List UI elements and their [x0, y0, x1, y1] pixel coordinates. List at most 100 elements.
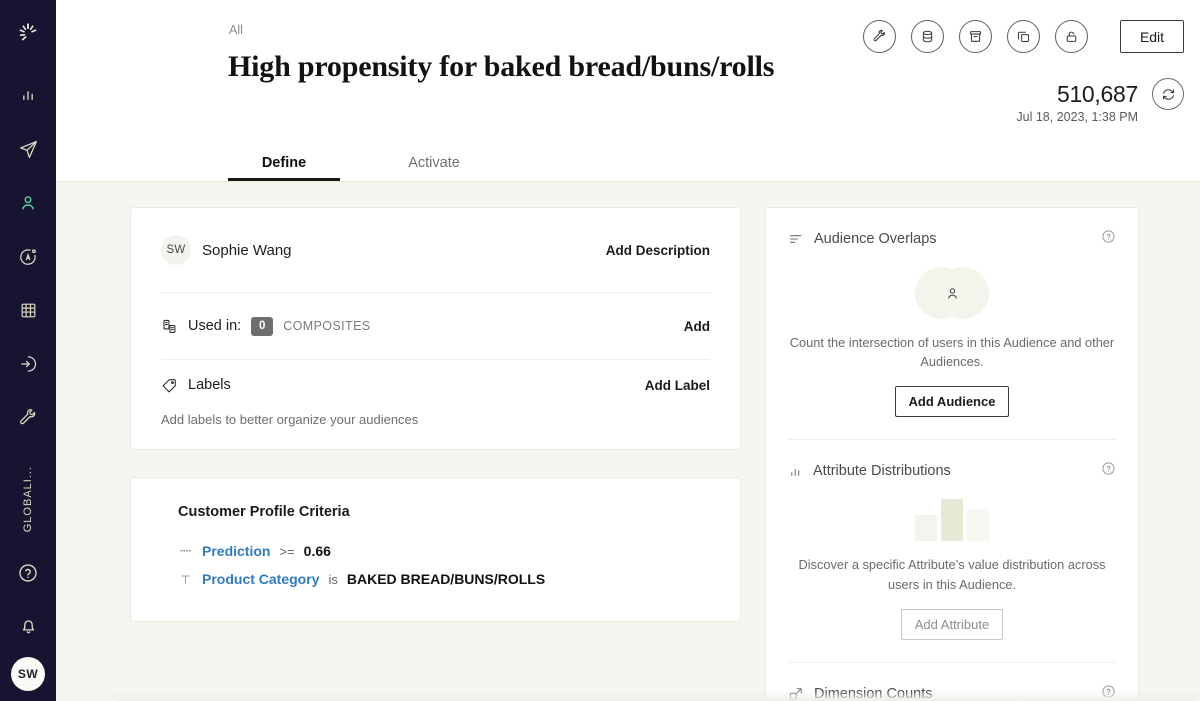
avatar[interactable]: SW	[11, 657, 45, 691]
criteria-title: Customer Profile Criteria	[178, 504, 710, 520]
used-in-row: Used in: 0 COMPOSITES Add	[161, 293, 710, 359]
global-sidebar: GLOBALI... SW	[0, 0, 56, 701]
edit-button[interactable]: Edit	[1120, 20, 1184, 53]
app-root: GLOBALI... SW All H	[0, 0, 1200, 701]
database-button[interactable]	[911, 20, 944, 53]
sidebar-item-tools[interactable]	[0, 391, 56, 445]
bar	[915, 515, 937, 541]
criteria-field[interactable]: Product Category	[202, 571, 319, 587]
help-icon[interactable]	[1101, 684, 1116, 701]
breadcrumb[interactable]: All	[229, 23, 243, 37]
workspace-label[interactable]: GLOBALI...	[0, 451, 56, 547]
criteria-row[interactable]: Product Category is BAKED BREAD/BUNS/ROL…	[178, 565, 710, 593]
panel-header: Attribute Distributions	[788, 440, 1116, 481]
labels-hint: Add labels to better organize your audie…	[161, 410, 710, 449]
sidebar-item-campaigns[interactable]	[0, 123, 56, 177]
copy-icon	[1016, 29, 1031, 44]
right-column: Audience Overlaps	[765, 207, 1139, 701]
panel-header-left: Dimension Counts	[788, 686, 932, 701]
criteria-value: 0.66	[304, 543, 331, 559]
sidebar-bottom: SW	[0, 547, 56, 701]
criteria-row[interactable]: Prediction >= 0.66	[178, 537, 710, 565]
lock-icon	[1064, 29, 1079, 44]
panel-attribute-distributions: Attribute Distributions	[766, 440, 1138, 661]
panel-audience-overlaps: Audience Overlaps	[766, 208, 1138, 439]
composites-icon	[161, 318, 178, 335]
dimension-icon	[788, 686, 804, 701]
bell-icon[interactable]	[0, 599, 56, 651]
settings-tool-button[interactable]	[863, 20, 896, 53]
panel-description: Discover a specific Attribute’s value di…	[788, 555, 1116, 593]
criteria-operator: >=	[279, 544, 294, 559]
sidebar-item-imports[interactable]	[0, 338, 56, 392]
refresh-button[interactable]	[1152, 78, 1184, 110]
duplicate-button[interactable]	[1007, 20, 1040, 53]
criteria-value: BAKED BREAD/BUNS/ROLLS	[347, 571, 545, 587]
add-label-button[interactable]: Add Label	[645, 378, 710, 393]
add-audience-button[interactable]: Add Audience	[895, 386, 1010, 417]
tag-icon	[161, 377, 178, 394]
workspace-label-text: GLOBALI...	[22, 466, 34, 532]
criteria-operator: is	[328, 572, 337, 587]
panel-header: Dimension Counts	[788, 663, 1116, 701]
text-icon	[178, 573, 193, 586]
sidebar-item-analytics[interactable]	[0, 69, 56, 123]
main-area: All High propensity for baked bread/buns…	[56, 0, 1200, 701]
panel-description: Count the intersection of users in this …	[788, 333, 1116, 371]
help-icon[interactable]	[1101, 461, 1116, 481]
lock-button[interactable]	[1055, 20, 1088, 53]
bar	[967, 509, 989, 541]
bar-chart-graphic	[915, 499, 989, 541]
used-in-kind: COMPOSITES	[283, 319, 370, 333]
audience-count: 510,687	[1057, 81, 1138, 108]
venn-diagram	[915, 267, 989, 319]
sidebar-item-audiences[interactable]	[0, 176, 56, 230]
panel-title: Dimension Counts	[814, 686, 932, 701]
panel-header-left: Audience Overlaps	[788, 231, 937, 247]
left-column: SW Sophie Wang Add Description	[130, 207, 741, 701]
panel-header-left: Attribute Distributions	[788, 463, 951, 479]
panel-title: Audience Overlaps	[814, 231, 937, 247]
customer-profile-criteria-card: Customer Profile Criteria Prediction >= …	[130, 477, 741, 622]
labels-row: Labels Add Label	[161, 360, 710, 410]
sidebar-item-activity[interactable]	[0, 230, 56, 284]
header-actions	[863, 20, 1088, 53]
archive-icon	[968, 29, 983, 44]
page-content: SW Sophie Wang Add Description	[56, 181, 1200, 701]
audience-profile-card: SW Sophie Wang Add Description	[130, 207, 741, 450]
used-in-count-badge: 0	[251, 317, 273, 336]
add-description-button[interactable]: Add Description	[606, 243, 710, 258]
used-in-left: Used in: 0 COMPOSITES	[161, 317, 371, 336]
used-in-label: Used in:	[188, 318, 241, 334]
insights-card: Audience Overlaps	[765, 207, 1139, 701]
page-title: High propensity for baked bread/buns/rol…	[228, 50, 774, 84]
question-circle-icon[interactable]	[0, 547, 56, 599]
sidebar-item-data-tables[interactable]	[0, 284, 56, 338]
bar-chart-icon	[788, 464, 803, 479]
panel-body: Discover a specific Attribute’s value di…	[788, 481, 1116, 661]
owner-row: SW Sophie Wang Add Description	[161, 208, 710, 292]
add-attribute-button[interactable]: Add Attribute	[901, 609, 1003, 640]
refresh-icon	[1161, 87, 1176, 102]
labels-title: Labels	[188, 377, 231, 393]
help-icon[interactable]	[1101, 229, 1116, 249]
panel-header: Audience Overlaps	[788, 208, 1116, 249]
database-icon	[920, 29, 935, 44]
archive-button[interactable]	[959, 20, 992, 53]
sparkle-logo[interactable]	[0, 12, 56, 55]
tab-bar: Define Activate	[228, 155, 490, 181]
criteria-field[interactable]: Prediction	[202, 543, 270, 559]
tab-activate[interactable]: Activate	[378, 155, 490, 181]
panel-dimension-counts: Dimension Counts	[766, 663, 1138, 701]
labels-left: Labels	[161, 377, 231, 394]
overlaps-icon	[788, 231, 804, 247]
add-composite-button[interactable]: Add	[684, 319, 710, 334]
audience-count-row: 510,687	[1057, 78, 1184, 110]
number-icon	[178, 545, 193, 558]
panel-title: Attribute Distributions	[813, 463, 951, 479]
panel-body: Count the intersection of users in this …	[788, 249, 1116, 439]
person-icon	[915, 267, 989, 319]
page-header: All High propensity for baked bread/buns…	[56, 0, 1200, 181]
tab-define[interactable]: Define	[228, 155, 340, 181]
owner-name: Sophie Wang	[202, 242, 292, 259]
